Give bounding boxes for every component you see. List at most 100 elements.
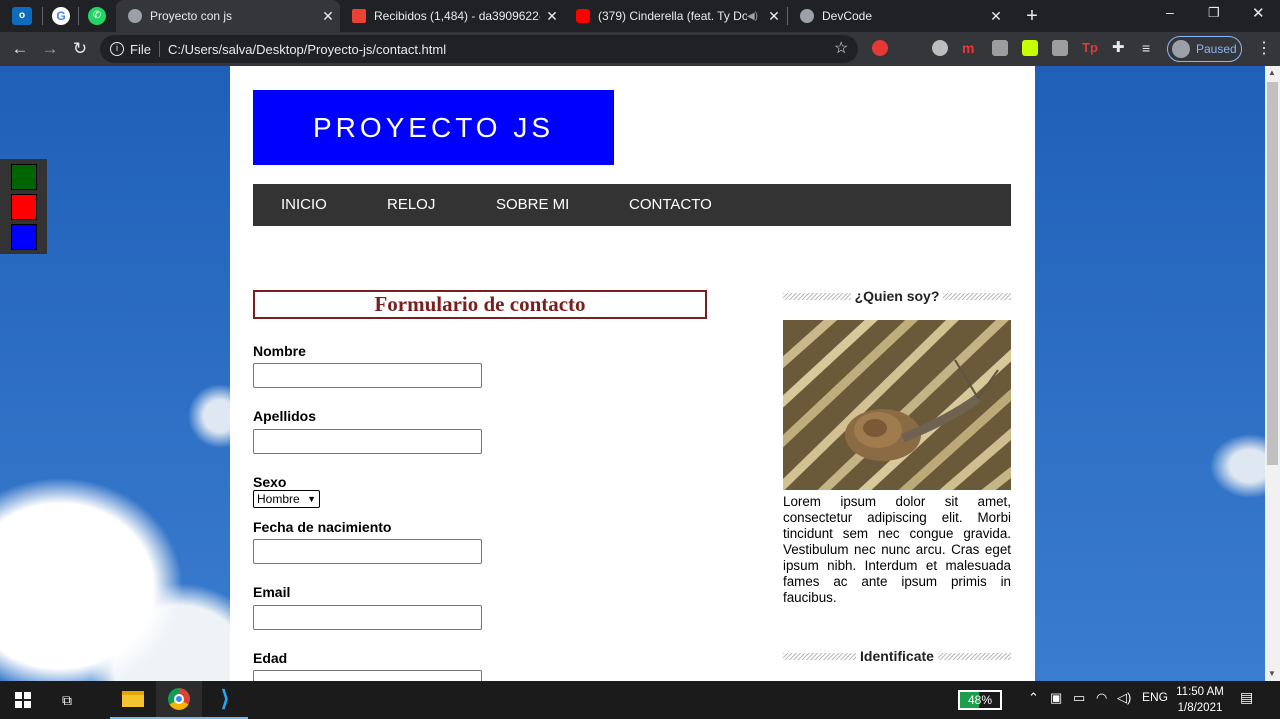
volume-icon[interactable]: ◁) [1117, 690, 1131, 706]
snail-photo [783, 320, 1011, 490]
extension-icon[interactable]: m [962, 40, 978, 56]
sexo-select[interactable]: Hombre ▼ [253, 490, 320, 508]
file-explorer-icon[interactable] [110, 681, 156, 719]
wifi-icon[interactable]: ◠ [1096, 690, 1107, 706]
address-url: C:/Users/salva/Desktop/Proyecto-js/conta… [167, 41, 447, 57]
menu-item-contacto[interactable]: CONTACTO [629, 196, 712, 213]
email-label: Email [253, 584, 291, 600]
nombre-input[interactable] [253, 363, 482, 388]
color-swatch-red[interactable] [11, 194, 37, 220]
tab-youtube[interactable]: (379) Cinderella (feat. Ty Doll ◀) ✕ [564, 0, 786, 32]
tab-gmail[interactable]: Recibidos (1,484) - da3909622@g ✕ [340, 0, 564, 32]
close-window-button[interactable]: ✕ [1252, 4, 1266, 22]
hatch-divider [783, 652, 857, 660]
tab-title: (379) Cinderella (feat. Ty Doll [598, 9, 747, 23]
reload-button[interactable]: ↻ [69, 38, 91, 60]
gmail-icon [352, 9, 366, 23]
globe-icon [128, 9, 142, 23]
close-tab-icon[interactable]: ✕ [984, 8, 1008, 25]
extension-icon[interactable] [1052, 40, 1068, 56]
hatch-divider [937, 652, 1011, 660]
profile-paused-button[interactable]: Paused [1167, 36, 1242, 62]
minimize-button[interactable]: – [1166, 4, 1182, 20]
scroll-up-arrow-icon[interactable]: ▲ [1268, 68, 1276, 77]
nombre-label: Nombre [253, 343, 306, 359]
puzzle-extensions-icon[interactable]: ✚ [1112, 40, 1128, 56]
forward-button[interactable]: → [39, 38, 61, 60]
address-bar[interactable]: i File C:/Users/salva/Desktop/Proyecto-j… [100, 35, 858, 63]
google-pinned-tab-icon[interactable]: G [52, 7, 70, 25]
edad-label: Edad [253, 650, 288, 666]
scroll-down-arrow-icon[interactable]: ▼ [1268, 669, 1276, 678]
page-viewport: PROYECTO JS INICIO RELOJ SOBRE MI CONTAC… [0, 66, 1265, 681]
hatch-divider [783, 292, 851, 300]
start-button[interactable] [0, 681, 46, 719]
color-swatch-blue[interactable] [11, 224, 37, 250]
extension-icon[interactable]: Tp [1082, 40, 1098, 56]
identificate-heading: Identificate [783, 647, 1011, 665]
profile-status: Paused [1196, 42, 1237, 56]
notifications-icon[interactable]: ▤ [1240, 689, 1260, 707]
language-indicator[interactable]: ENG [1142, 690, 1168, 704]
menu-kebab-icon[interactable]: ⋮ [1256, 38, 1272, 58]
close-tab-icon[interactable]: ✕ [762, 8, 786, 25]
audio-playing-icon[interactable]: ◀) [747, 11, 758, 22]
color-swatch-green[interactable] [11, 164, 37, 190]
scrollbar-thumb[interactable] [1267, 82, 1278, 465]
apellidos-input[interactable] [253, 429, 482, 454]
hatch-divider [943, 292, 1012, 300]
info-icon[interactable]: i [110, 42, 124, 56]
fecha-label: Fecha de nacimiento [253, 519, 392, 535]
address-prefix: File [130, 41, 151, 57]
meet-now-icon[interactable]: ▣ [1050, 690, 1062, 706]
quien-soy-title: ¿Quien soy? [850, 288, 944, 304]
battery-tray-icon[interactable]: ▭ [1073, 690, 1085, 706]
globe-icon [800, 9, 814, 23]
chevron-down-icon: ▼ [307, 494, 316, 504]
close-tab-icon[interactable]: ✕ [540, 8, 564, 25]
fecha-input[interactable] [253, 539, 482, 564]
outlook-pinned-tab-icon[interactable]: o [12, 7, 32, 25]
extension-icon[interactable] [1022, 40, 1038, 56]
sexo-selected-value: Hombre [257, 492, 300, 506]
menu-item-inicio[interactable]: INICIO [281, 196, 327, 213]
tab-title: DevCode [822, 9, 873, 23]
quien-soy-heading: ¿Quien soy? [783, 287, 1012, 305]
logo-text: PROYECTO JS [312, 111, 555, 143]
youtube-icon [576, 9, 590, 23]
menu-item-sobre-mi[interactable]: SOBRE MI [496, 196, 569, 213]
windows-logo-icon [15, 692, 31, 708]
restore-button[interactable]: ❐ [1208, 5, 1222, 20]
menu-item-reloj[interactable]: RELOJ [387, 196, 435, 213]
clock-time: 11:50 AM [1176, 686, 1224, 698]
tab-title: Recibidos (1,484) - da3909622@g [374, 9, 540, 23]
bookmark-star-icon[interactable]: ☆ [834, 38, 848, 58]
new-tab-button[interactable]: + [1022, 4, 1042, 28]
battery-indicator[interactable]: 48% [958, 690, 1002, 710]
media-control-icon[interactable]: ≡ [1142, 40, 1158, 56]
vscode-icon[interactable]: ⟩ [202, 681, 248, 719]
avatar [1172, 40, 1190, 58]
whatsapp-pinned-tab-icon[interactable]: ✆ [88, 7, 106, 25]
clock-date: 1/8/2021 [1177, 702, 1223, 714]
email-input[interactable] [253, 605, 482, 630]
tab-proyecto[interactable]: Proyecto con js ✕ [116, 0, 340, 32]
show-hidden-icons-chevron-icon[interactable]: ⌃ [1028, 690, 1039, 706]
extension-icon[interactable] [932, 40, 948, 56]
camera-extension-icon[interactable] [992, 40, 1008, 56]
site-logo[interactable]: PROYECTO JS [253, 90, 614, 165]
chrome-icon[interactable] [156, 681, 202, 719]
form-title: Formulario de contacto [253, 290, 707, 319]
bio-text: Lorem ipsum dolor sit amet, consectetur … [783, 494, 1011, 605]
edad-input[interactable] [253, 670, 482, 681]
back-button[interactable]: ← [9, 38, 31, 60]
tab-devcode[interactable]: DevCode ✕ [788, 0, 1008, 32]
main-menu: INICIO RELOJ SOBRE MI CONTACTO [253, 184, 1011, 226]
battery-percent: 48% [967, 693, 993, 707]
extension-icon[interactable] [872, 40, 888, 56]
task-view-icon[interactable]: ⧉ [44, 681, 90, 719]
close-tab-icon[interactable]: ✕ [316, 8, 340, 25]
clock[interactable]: 11:50 AM 1/8/2021 [1170, 684, 1230, 716]
color-switcher [0, 159, 47, 254]
identificate-title: Identificate [856, 648, 938, 664]
